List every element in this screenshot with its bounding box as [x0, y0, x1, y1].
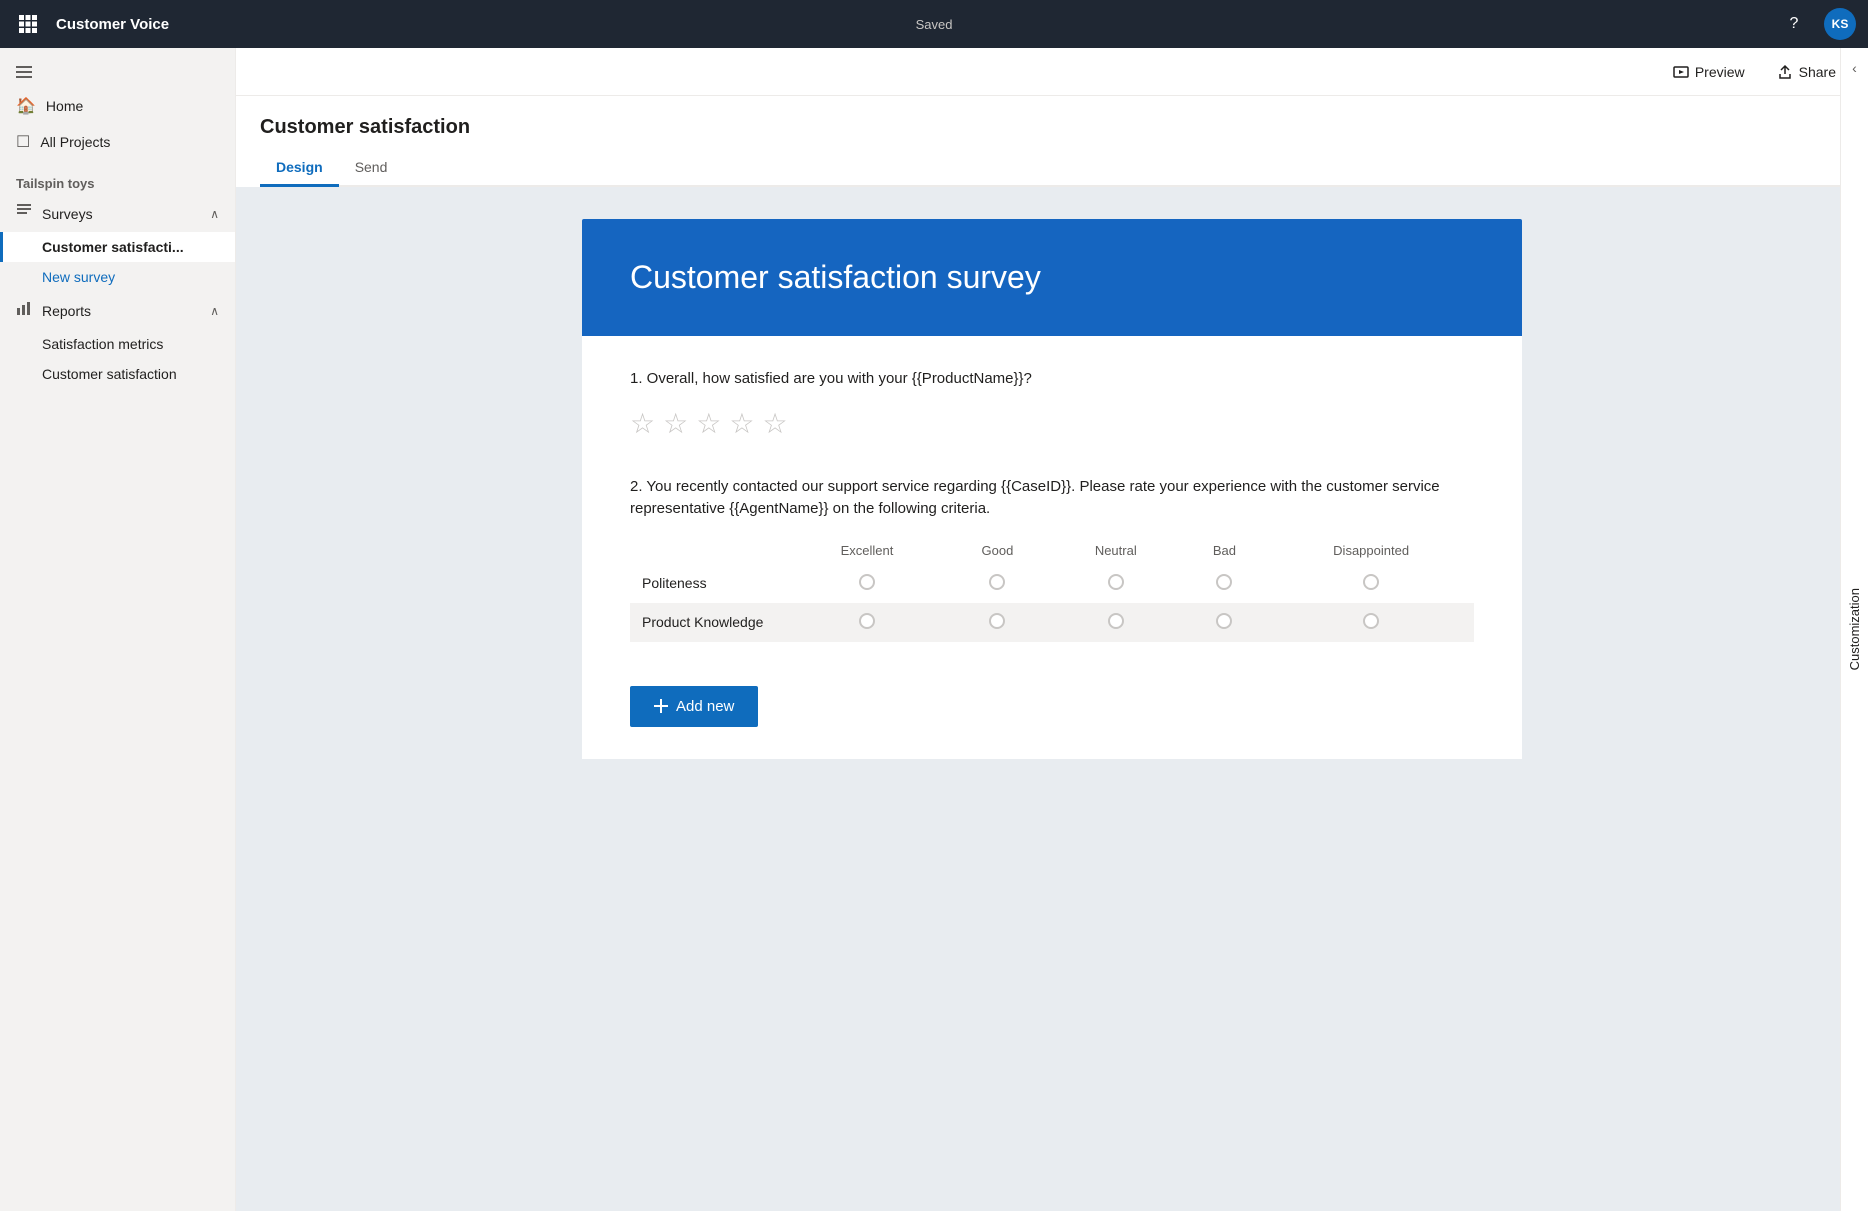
tabs: Design Send — [260, 151, 1844, 187]
add-new-button[interactable]: Add new — [630, 686, 758, 727]
sidebar-item-new-survey[interactable]: New survey — [0, 262, 235, 292]
row-label-product-knowledge: Product Knowledge — [630, 603, 790, 642]
customization-label: Customization — [1847, 588, 1862, 670]
col-good: Good — [944, 537, 1051, 564]
survey-panel: Customer satisfaction survey 1. Overall,… — [582, 219, 1522, 759]
question-2-text: 2. You recently contacted our support se… — [630, 476, 1474, 521]
rating-table: Excellent Good Neutral Bad Disappointed … — [630, 537, 1474, 642]
star-5[interactable]: ☆ — [762, 407, 787, 440]
rating-table-header: Excellent Good Neutral Bad Disappointed — [630, 537, 1474, 564]
layout: 🏠 Home ☐ All Projects Tailspin toys Surv… — [0, 48, 1868, 1211]
page-title: Customer satisfaction — [260, 116, 1844, 139]
help-button[interactable]: ? — [1780, 10, 1808, 38]
new-survey-label: New survey — [42, 269, 115, 285]
satisfaction-metrics-label: Satisfaction metrics — [42, 336, 163, 352]
question-2-block: 2. You recently contacted our support se… — [630, 476, 1474, 642]
app-title: Customer Voice — [56, 16, 169, 33]
content-header: Preview Share — [236, 48, 1868, 96]
reports-label: Reports — [42, 303, 91, 319]
sidebar: 🏠 Home ☐ All Projects Tailspin toys Surv… — [0, 48, 236, 1211]
reports-icon — [16, 300, 32, 321]
survey-area: Customer satisfaction survey 1. Overall,… — [236, 187, 1868, 1211]
radio-productknowledge-excellent[interactable] — [859, 613, 875, 629]
surveys-icon — [16, 203, 32, 224]
survey-main-title: Customer satisfaction survey — [630, 259, 1474, 296]
col-bad: Bad — [1181, 537, 1269, 564]
star-4[interactable]: ☆ — [729, 407, 754, 440]
sidebar-top: 🏠 Home ☐ All Projects — [0, 48, 235, 168]
survey-title-bar: Customer satisfaction Design Send — [236, 96, 1868, 187]
home-label: Home — [46, 98, 83, 114]
preview-button[interactable]: Preview — [1665, 60, 1753, 84]
col-excellent: Excellent — [790, 537, 944, 564]
row-label-politeness: Politeness — [630, 564, 790, 603]
tab-design[interactable]: Design — [260, 151, 339, 185]
col-empty — [630, 537, 790, 564]
reports-chevron: ∧ — [210, 304, 219, 318]
star-2[interactable]: ☆ — [663, 407, 688, 440]
tab-send[interactable]: Send — [339, 151, 404, 185]
reports-group-header[interactable]: Reports ∧ — [0, 292, 235, 329]
main-content: Preview Share Customer satisfaction Desi… — [236, 48, 1868, 1211]
radio-politeness-bad[interactable] — [1216, 574, 1232, 590]
customer-satisfaction-label: Customer satisfaction — [42, 366, 177, 382]
radio-productknowledge-neutral[interactable] — [1108, 613, 1124, 629]
col-neutral: Neutral — [1051, 537, 1181, 564]
radio-politeness-excellent[interactable] — [859, 574, 875, 590]
top-nav: Customer Voice Saved ? KS — [0, 0, 1868, 48]
sidebar-item-all-projects[interactable]: ☐ All Projects — [0, 124, 235, 160]
radio-politeness-neutral[interactable] — [1108, 574, 1124, 590]
star-1[interactable]: ☆ — [630, 407, 655, 440]
surveys-chevron: ∧ — [210, 207, 219, 221]
star-3[interactable]: ☆ — [696, 407, 721, 440]
add-new-label: Add new — [676, 698, 734, 715]
radio-productknowledge-disappointed[interactable] — [1363, 613, 1379, 629]
home-icon: 🏠 — [16, 96, 36, 116]
radio-productknowledge-bad[interactable] — [1216, 613, 1232, 629]
surveys-label: Surveys — [42, 206, 93, 222]
table-row: Product Knowledge — [630, 603, 1474, 642]
project-name: Tailspin toys — [0, 168, 235, 195]
surveys-group-header[interactable]: Surveys ∧ — [0, 195, 235, 232]
col-disappointed: Disappointed — [1268, 537, 1474, 564]
all-projects-label: All Projects — [40, 134, 110, 150]
sidebar-item-home[interactable]: 🏠 Home — [0, 88, 235, 124]
sidebar-toggle[interactable] — [0, 56, 235, 88]
customization-chevron-icon: ‹ — [1852, 60, 1857, 76]
radio-politeness-disappointed[interactable] — [1363, 574, 1379, 590]
question-1-text: 1. Overall, how satisfied are you with y… — [630, 368, 1474, 391]
star-rating[interactable]: ☆ ☆ ☆ ☆ ☆ — [630, 407, 1474, 440]
sidebar-item-customer-satisfaction[interactable]: Customer satisfaction — [0, 359, 235, 389]
saved-status: Saved — [916, 17, 953, 32]
avatar[interactable]: KS — [1824, 8, 1856, 40]
sidebar-item-satisfaction-metrics[interactable]: Satisfaction metrics — [0, 329, 235, 359]
table-row: Politeness — [630, 564, 1474, 603]
waffle-icon[interactable] — [12, 8, 44, 40]
radio-politeness-good[interactable] — [989, 574, 1005, 590]
radio-productknowledge-good[interactable] — [989, 613, 1005, 629]
sidebar-item-current-survey[interactable]: Customer satisfacti... — [0, 232, 235, 262]
survey-body-card: 1. Overall, how satisfied are you with y… — [582, 336, 1522, 759]
nav-right: ? KS — [1780, 8, 1856, 40]
projects-icon: ☐ — [16, 132, 30, 152]
customization-panel[interactable]: ‹ Customization — [1840, 48, 1868, 1211]
current-survey-label: Customer satisfacti... — [42, 239, 184, 255]
share-button[interactable]: Share — [1769, 60, 1844, 84]
survey-header-card: Customer satisfaction survey — [582, 219, 1522, 336]
question-1-block: 1. Overall, how satisfied are you with y… — [630, 368, 1474, 440]
